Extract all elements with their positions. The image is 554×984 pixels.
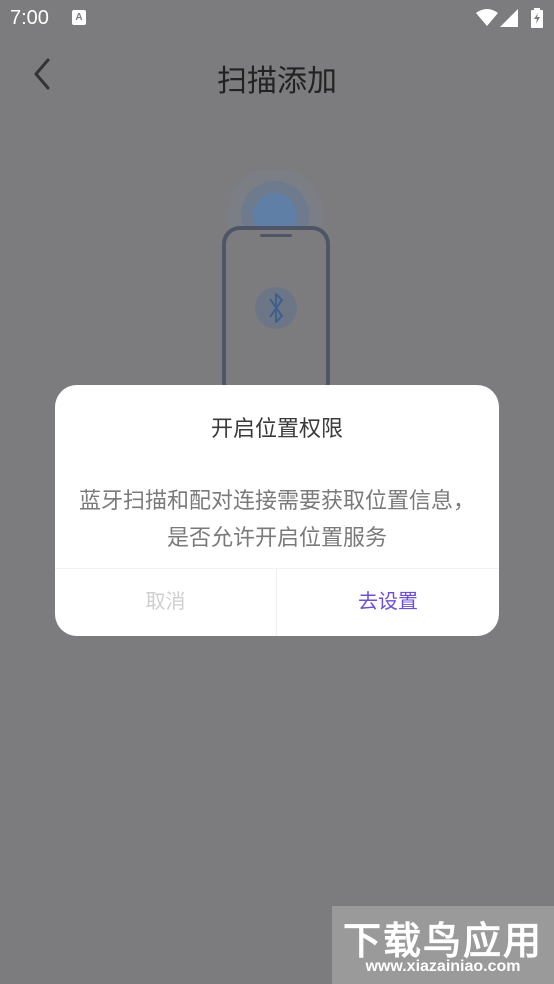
dialog-title: 开启位置权限 bbox=[210, 417, 343, 442]
phone-illustration bbox=[222, 170, 330, 390]
location-permission-dialog: 开启位置权限 蓝牙扫描和配对连接需要获取位置信息，是否允许开启位置服务 取消 去… bbox=[55, 385, 499, 636]
battery-icon bbox=[531, 8, 543, 28]
cancel-button[interactable]: 取消 bbox=[55, 569, 276, 636]
signal-icon bbox=[500, 9, 518, 27]
status-bar: 7:00 A bbox=[0, 0, 554, 36]
wifi-icon bbox=[476, 9, 498, 26]
watermark-url: www.xiazainiao.com bbox=[365, 958, 521, 975]
notification-icon: A bbox=[72, 10, 86, 25]
dialog-message: 蓝牙扫描和配对连接需要获取位置信息，是否允许开启位置服务 bbox=[78, 489, 475, 551]
status-time: 7:00 bbox=[10, 7, 49, 29]
page-title: 扫描添加 bbox=[217, 64, 337, 99]
watermark: 下载鸟应用 www.xiazainiao.com bbox=[332, 906, 554, 984]
go-settings-button[interactable]: 去设置 bbox=[277, 569, 499, 636]
watermark-name: 下载鸟应用 bbox=[342, 919, 543, 963]
